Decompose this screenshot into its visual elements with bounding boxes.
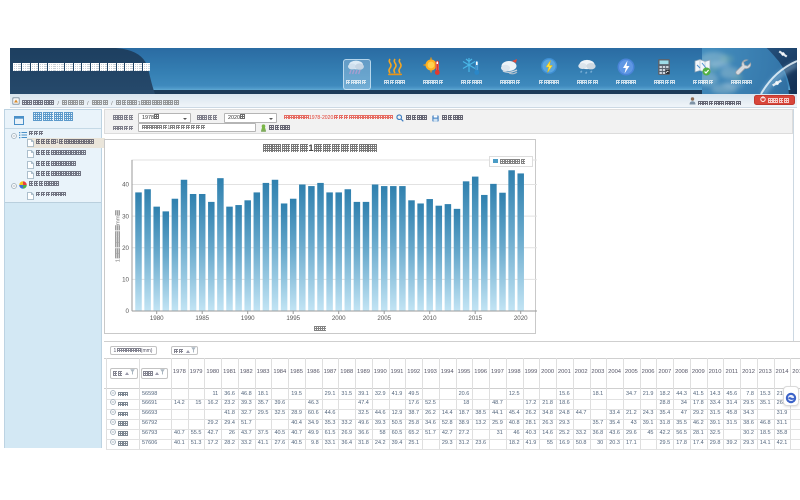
svg-text:1985: 1985 [195,315,209,322]
svg-text:1990: 1990 [241,315,255,322]
svg-text:2010: 2010 [423,315,437,322]
svg-text:20: 20 [122,245,129,252]
svg-text:40: 40 [122,182,129,189]
svg-text:2020: 2020 [514,315,528,322]
svg-text:*: * [590,71,593,77]
svg-text:2000: 2000 [332,315,346,322]
svg-text:2005: 2005 [377,315,391,322]
svg-text:10: 10 [122,277,129,284]
svg-text:1995: 1995 [286,315,300,322]
svg-text:*: * [585,72,588,77]
svg-text:0: 0 [126,308,130,315]
svg-text:2015: 2015 [468,315,482,322]
svg-text:1980: 1980 [150,315,164,322]
svg-text:30: 30 [122,213,129,220]
svg-text:*: * [580,71,583,77]
